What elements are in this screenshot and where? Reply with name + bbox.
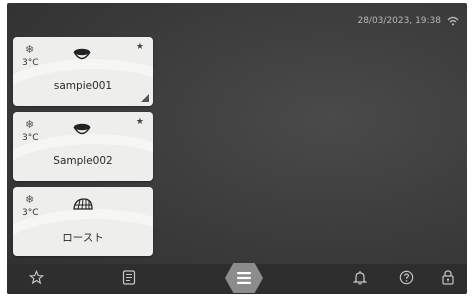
- bowl-icon: [72, 46, 92, 65]
- bowl-icon: [72, 121, 92, 140]
- main-menu-button[interactable]: [225, 262, 263, 294]
- help-icon: [399, 270, 414, 289]
- recipe-book-icon: [122, 269, 136, 289]
- status-bar: 28/03/2023, 19:38: [357, 16, 459, 26]
- lock-button[interactable]: [433, 264, 463, 294]
- program-card-1[interactable]: ❄ 3°C ★ sampie001: [13, 37, 153, 106]
- datetime-label: 28/03/2023, 19:38: [357, 16, 441, 26]
- favorites-button[interactable]: [21, 264, 51, 294]
- star-icon: [28, 269, 44, 289]
- help-button[interactable]: [391, 264, 421, 294]
- snowflake-icon: ❄: [25, 43, 35, 56]
- favorite-star-icon[interactable]: ★: [136, 117, 144, 127]
- card-name: Sample002: [53, 155, 113, 167]
- menu-icon: [237, 269, 251, 288]
- program-card-3[interactable]: ❄ 3°C ロースト: [13, 187, 153, 256]
- card-temperature: 3°C: [22, 133, 39, 143]
- card-name: sampie001: [53, 80, 113, 92]
- roast-icon: [72, 196, 94, 215]
- notifications-button[interactable]: [345, 264, 375, 294]
- corner-marker-icon: [141, 94, 149, 102]
- program-card-2[interactable]: ❄ 3°C ★ Sample002: [13, 112, 153, 181]
- wifi-icon: [447, 16, 459, 26]
- lock-icon: [441, 269, 455, 289]
- recipe-book-button[interactable]: [114, 264, 144, 294]
- card-name: ロースト: [62, 232, 104, 244]
- snowflake-icon: ❄: [25, 118, 35, 131]
- favorite-star-icon[interactable]: ★: [136, 42, 144, 52]
- card-temperature: 3°C: [22, 208, 39, 218]
- bottom-nav-bar: [7, 262, 467, 294]
- bell-icon: [352, 270, 368, 289]
- snowflake-icon: ❄: [25, 193, 35, 206]
- app-screen: 28/03/2023, 19:38 ❄ 3°C ★ sampie001 ❄ 3°…: [7, 3, 467, 294]
- card-temperature: 3°C: [22, 58, 39, 68]
